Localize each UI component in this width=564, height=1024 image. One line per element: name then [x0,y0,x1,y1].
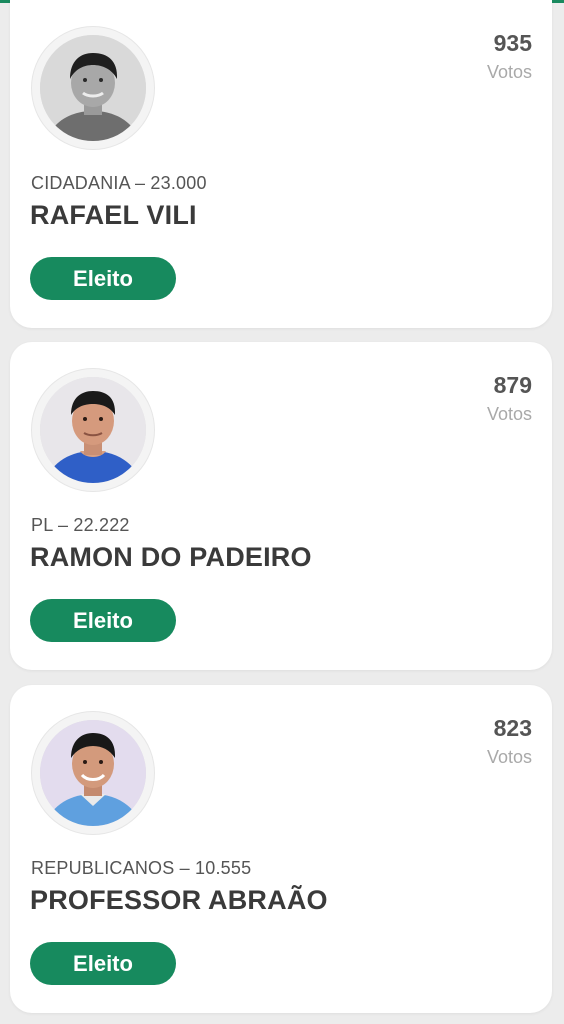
person-photo-icon [40,35,146,141]
votes-label: Votos [486,62,532,82]
person-photo-icon [40,720,146,826]
status-badge: Eleito [30,599,176,642]
votes-label: Votos [486,404,532,424]
candidate-avatar [40,377,146,483]
votes-count: 935 [493,30,532,56]
avatar-ring [31,26,155,150]
candidate-name: PROFESSOR ABRAÃO [30,885,328,915]
votes-count: 879 [493,372,532,398]
votes-block: 823 Votos [487,715,532,769]
candidate-card[interactable]: 935 Votos CIDADANIA – 23.000 RAFAEL VILI… [10,0,552,328]
votes-count: 823 [493,715,532,741]
status-badge: Eleito [30,942,176,985]
party-number: REPUBLICANOS – 10.555 [31,858,252,878]
votes-label: Votos [486,747,532,767]
party-number: CIDADANIA – 23.000 [31,173,207,193]
candidate-avatar [40,35,146,141]
status-badge: Eleito [30,257,176,300]
avatar-ring [31,711,155,835]
party-number: PL – 22.222 [31,515,130,535]
votes-block: 879 Votos [487,372,532,426]
candidate-name: RAMON DO PADEIRO [30,542,312,572]
candidate-name: RAFAEL VILI [30,200,197,230]
votes-block: 935 Votos [487,30,532,84]
candidate-card[interactable]: 823 Votos REPUBLICANOS – 10.555 PROFESSO… [10,685,552,1013]
candidate-avatar [40,720,146,826]
avatar-ring [31,368,155,492]
candidate-card[interactable]: 879 Votos PL – 22.222 RAMON DO PADEIRO E… [10,342,552,670]
person-photo-icon [40,377,146,483]
